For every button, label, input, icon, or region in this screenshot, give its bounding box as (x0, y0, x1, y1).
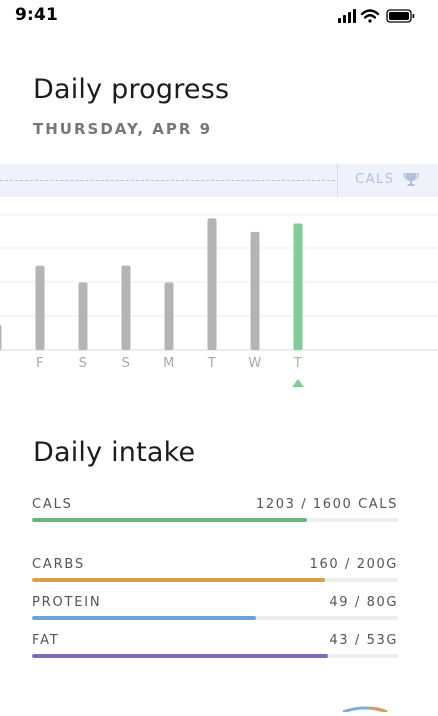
signal-icon (338, 9, 356, 23)
nutrient-progress-fill (32, 616, 257, 620)
nutrient-value: 160 / 200G (309, 557, 398, 572)
goal-divider (337, 164, 338, 197)
chart-bar[interactable] (250, 231, 260, 350)
chart-bar[interactable] (121, 265, 131, 350)
chart-bar[interactable] (35, 265, 45, 350)
status-bar: 9:41 (0, 0, 438, 32)
nutrient-value: 49 / 80G (329, 595, 398, 610)
chart-bar[interactable] (78, 282, 88, 351)
nutrient-progress-track (32, 518, 398, 522)
nutrient-name: FAT (32, 633, 60, 648)
nutrient-name: CARBS (32, 557, 85, 572)
nutrient-name: PROTEIN (32, 595, 102, 610)
nutrient-progress-track (32, 578, 398, 582)
chart-day-label: F (36, 356, 44, 371)
goal-band: CALS (0, 164, 438, 197)
chart-svg: FSSMTWT (0, 214, 438, 387)
chart-day-label: T (207, 356, 216, 371)
intake-title: Daily intake (33, 437, 196, 468)
nutrient-progress-track (32, 654, 398, 658)
chart-bar[interactable] (207, 218, 217, 350)
chart-bar[interactable] (164, 282, 174, 351)
nutrient-progress-fill (32, 518, 308, 522)
status-icons (338, 7, 418, 25)
chart-day-label: S (122, 356, 131, 371)
nutrient-progress-fill (32, 578, 325, 582)
weekly-calorie-chart: FSSMTWT (0, 205, 438, 395)
wifi-icon (360, 9, 380, 23)
nutrient-name: CALS (32, 497, 73, 512)
chart-day-label: W (248, 356, 261, 371)
page-title: Daily progress (33, 74, 230, 105)
date-label: THURSDAY, APR 9 (33, 120, 213, 138)
chart-bar[interactable] (293, 223, 303, 350)
summary-ring-partial (340, 697, 390, 716)
goal-line (0, 180, 335, 181)
chart-bar[interactable] (0, 324, 2, 350)
trophy-icon (403, 172, 419, 191)
nutrient-progress-fill (32, 654, 329, 658)
status-time: 9:41 (15, 5, 59, 25)
selected-day-marker (292, 379, 304, 387)
chart-day-label: T (293, 356, 302, 371)
goal-label: CALS (355, 172, 395, 187)
chart-day-label: S (79, 356, 88, 371)
chart-day-label: M (163, 356, 175, 371)
nutrient-value: 1203 / 1600 CALS (255, 497, 398, 512)
nutrient-progress-track (32, 616, 398, 620)
nutrient-value: 43 / 53G (329, 633, 398, 648)
battery-icon (386, 9, 415, 23)
